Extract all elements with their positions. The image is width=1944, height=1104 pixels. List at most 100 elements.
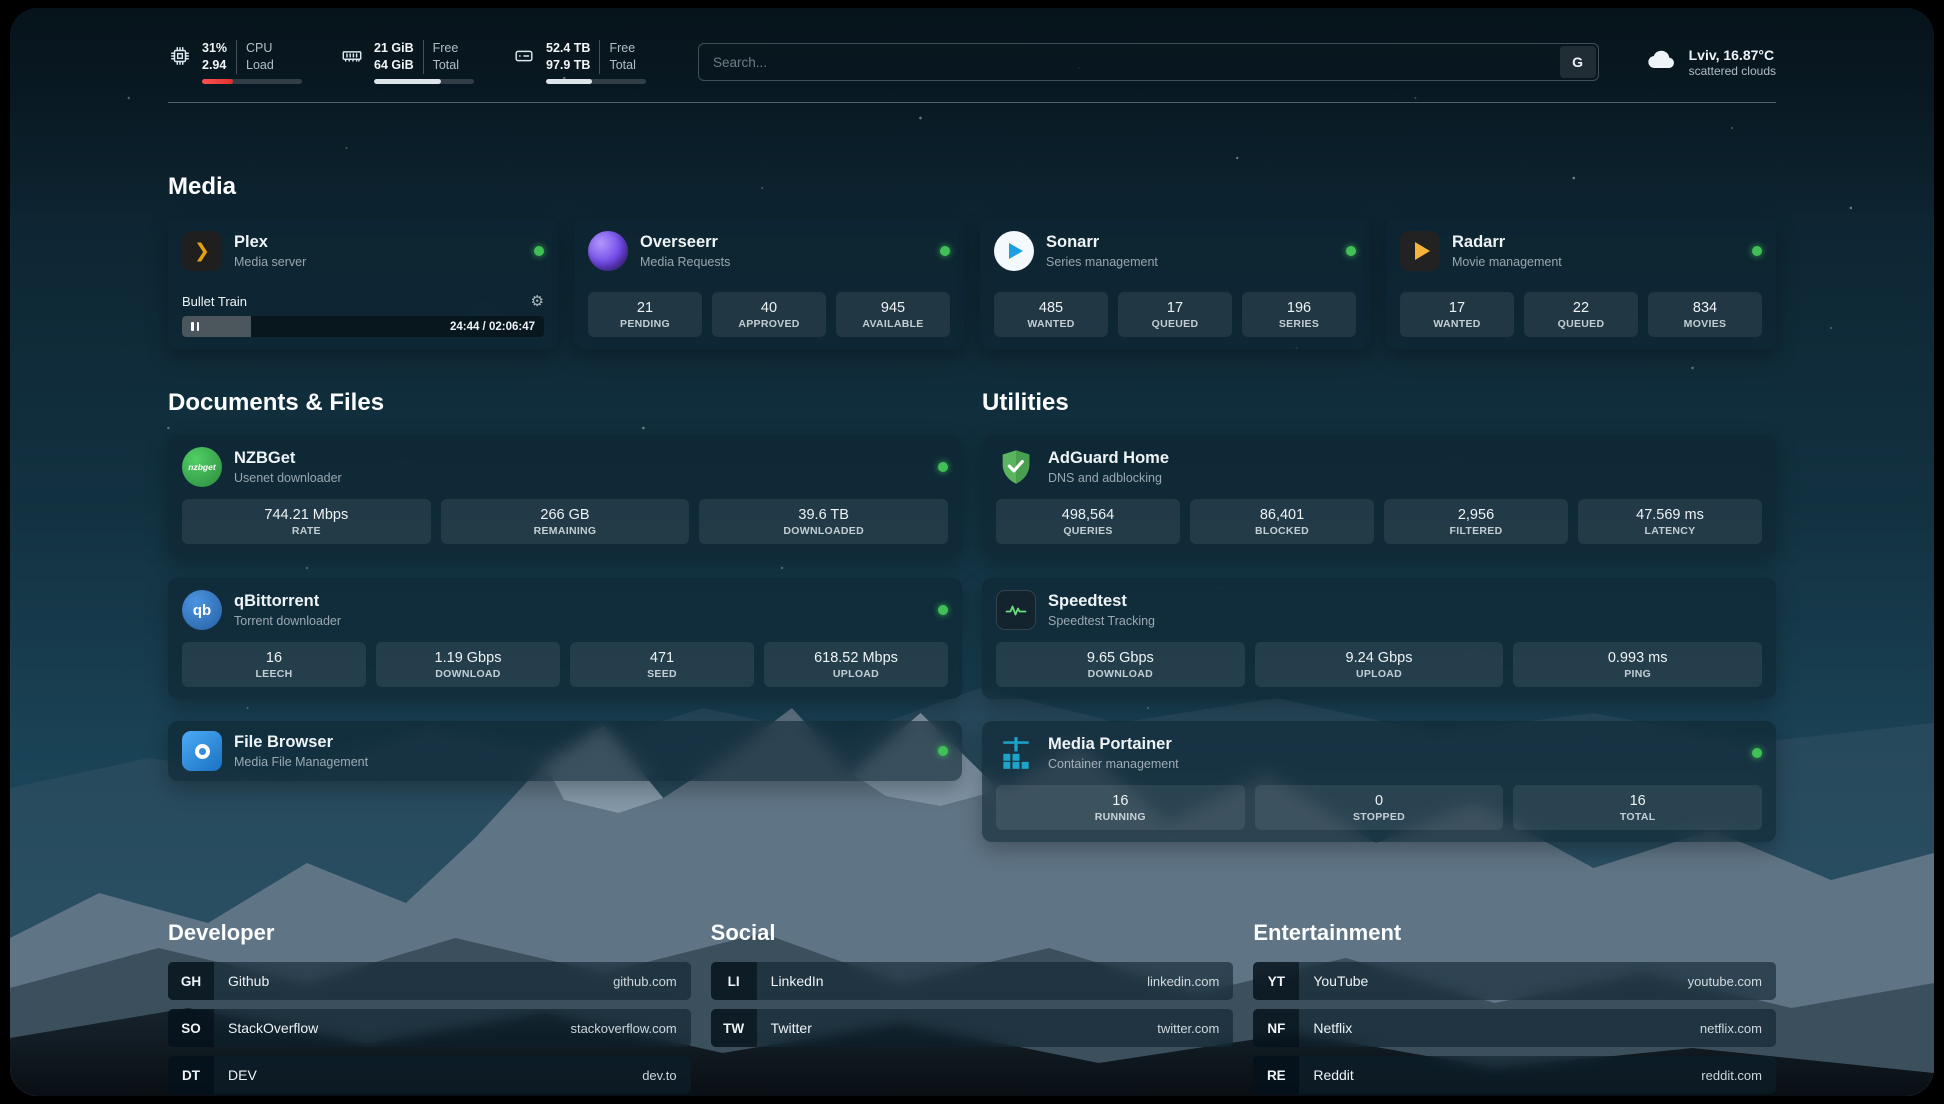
filebrowser-meta: File Browser Media File Management [234,733,368,769]
bookmark-abbr: NF [1253,1009,1299,1047]
bookmark-youtube[interactable]: YT YouTube youtube.com [1253,962,1776,1000]
bookmark-github[interactable]: GH Github github.com [168,962,691,1000]
stat-value: 196 [1246,300,1352,316]
stat-upload: 9.24 Gbps UPLOAD [1255,642,1504,687]
app-card-plex[interactable]: ❯ Plex Media server Bullet Train ⚙ [168,219,558,349]
weather-widget: Lviv, 16.87°C scattered clouds [1645,44,1776,81]
app-card-qbittorrent[interactable]: qb qBittorrent Torrent downloader 16 [168,578,962,699]
status-online-dot [938,462,948,472]
app-name: Speedtest [1048,592,1155,612]
disk-usage-bar-fill [546,79,592,84]
app-name: Plex [234,233,306,253]
cpu-icon [168,44,192,68]
bookmark-dev[interactable]: DT DEV dev.to [168,1056,691,1094]
bookmark-name: Reddit [1313,1067,1353,1083]
system-widgets: 31% 2.94 CPU Load [168,40,646,84]
search-bar: G [698,43,1599,81]
app-card-sonarr[interactable]: Sonarr Series management 485 WANTED [980,219,1370,349]
stat-value: 16 [1000,793,1241,809]
stat-ping: 0.993 ms PING [1513,642,1762,687]
bookmark-abbr: YT [1253,962,1299,1000]
stat-label: PING [1517,668,1758,680]
app-card-overseerr[interactable]: Overseerr Media Requests 21 PENDING [574,219,964,349]
status-online-dot [1752,246,1762,256]
bookmark-url: reddit.com [1701,1068,1762,1083]
app-card-filebrowser[interactable]: File Browser Media File Management [168,721,962,781]
stat-value: 39.6 TB [703,507,944,523]
sonarr-meta: Sonarr Series management [1046,233,1158,269]
plex-icon: ❯ [182,231,222,271]
stat-label: FILTERED [1388,525,1564,537]
nzbget-card-head: nzbget NZBGet Usenet downloader [182,447,948,487]
cpu-usage-value: 31% [202,40,227,57]
stat-available: 945 AVAILABLE [836,292,950,337]
app-card-adguard[interactable]: AdGuard Home DNS and adblocking 498,564 … [982,435,1776,556]
cpu-labels: CPU Load [236,40,274,74]
radarr-icon [1400,231,1440,271]
bookmark-name: StackOverflow [228,1020,318,1036]
app-card-portainer[interactable]: Media Portainer Container management 16 … [982,721,1776,842]
search-input[interactable] [698,43,1599,81]
stat-label: QUEUED [1528,318,1634,330]
bookmark-abbr: SO [168,1009,214,1047]
portainer-card-head: Media Portainer Container management [996,733,1762,773]
speedtest-meta: Speedtest Speedtest Tracking [1048,592,1155,628]
disk-text: 52.4 TB 97.9 TB Free Total [546,40,646,74]
bookmark-netflix[interactable]: NF Netflix netflix.com [1253,1009,1776,1047]
stat-wanted: 485 WANTED [994,292,1108,337]
media-card-grid: ❯ Plex Media server Bullet Train ⚙ [168,219,1776,349]
stat-label: DOWNLOAD [380,668,556,680]
status-online-dot [940,246,950,256]
dashboard: 31% 2.94 CPU Load [10,8,1934,1096]
stat-movies: 834 MOVIES [1648,292,1762,337]
app-subtitle: Container management [1048,757,1179,771]
stat-value: 40 [716,300,822,316]
bookmark-group-title: Entertainment [1253,920,1776,946]
ram-label-top: Free [433,40,459,57]
disk-label-top: Free [609,40,635,57]
bookmark-reddit[interactable]: RE Reddit reddit.com [1253,1056,1776,1094]
ram-label-bottom: Total [433,57,459,74]
stat-label: UPLOAD [1259,668,1500,680]
bookmark-linkedin[interactable]: LI LinkedIn linkedin.com [711,962,1234,1000]
radarr-stats: 17 WANTED 22 QUEUED 834 MOVIES [1400,292,1762,337]
app-subtitle: Movie management [1452,255,1562,269]
plex-chevron-glyph: ❯ [194,240,210,263]
playback-progress-bar[interactable]: 24:44 / 02:06:47 [182,316,544,337]
cpu-values: 31% 2.94 [202,40,236,74]
pause-icon[interactable] [191,322,199,331]
bookmark-stackoverflow[interactable]: SO StackOverflow stackoverflow.com [168,1009,691,1047]
app-name: NZBGet [234,449,342,469]
app-card-radarr[interactable]: Radarr Movie management 17 WANTED 2 [1386,219,1776,349]
app-name: File Browser [234,733,368,753]
search-engine-button[interactable]: G [1560,46,1596,78]
stat-blocked: 86,401 BLOCKED [1190,499,1374,544]
stat-value: 9.24 Gbps [1259,650,1500,666]
nzbget-stats: 744.21 Mbps RATE 266 GB REMAINING 39.6 T… [182,499,948,544]
bookmark-twitter[interactable]: TW Twitter twitter.com [711,1009,1234,1047]
speedtest-icon [996,590,1036,630]
settings-gear-icon[interactable]: ⚙ [531,294,544,309]
cpu-load-value: 2.94 [202,57,227,74]
bookmark-url: dev.to [642,1068,676,1083]
app-name: AdGuard Home [1048,449,1169,469]
bookmark-url: netflix.com [1700,1021,1762,1036]
stat-value: 17 [1404,300,1510,316]
plex-now-playing: Bullet Train ⚙ 24:44 / 02:06:47 [182,294,544,337]
app-card-nzbget[interactable]: nzbget NZBGet Usenet downloader 744.21 M… [168,435,962,556]
bookmark-name: LinkedIn [771,973,824,989]
bookmark-name: YouTube [1313,973,1368,989]
cpu-usage-bar [202,79,302,84]
bookmark-url: stackoverflow.com [570,1021,676,1036]
stat-label: TOTAL [1517,811,1758,823]
bookmark-url: youtube.com [1688,974,1762,989]
stat-rate: 744.21 Mbps RATE [182,499,431,544]
plex-meta: Plex Media server [234,233,306,269]
portainer-icon [996,733,1036,773]
stat-series: 196 SERIES [1242,292,1356,337]
stat-value: 266 GB [445,507,686,523]
bookmark-group-entertainment: Entertainment YT YouTube youtube.com NF … [1253,920,1776,1096]
section-title-utilities: Utilities [982,389,1776,417]
ram-widget: 21 GiB 64 GiB Free Total [340,40,474,84]
app-card-speedtest[interactable]: Speedtest Speedtest Tracking 9.65 Gbps D… [982,578,1776,699]
